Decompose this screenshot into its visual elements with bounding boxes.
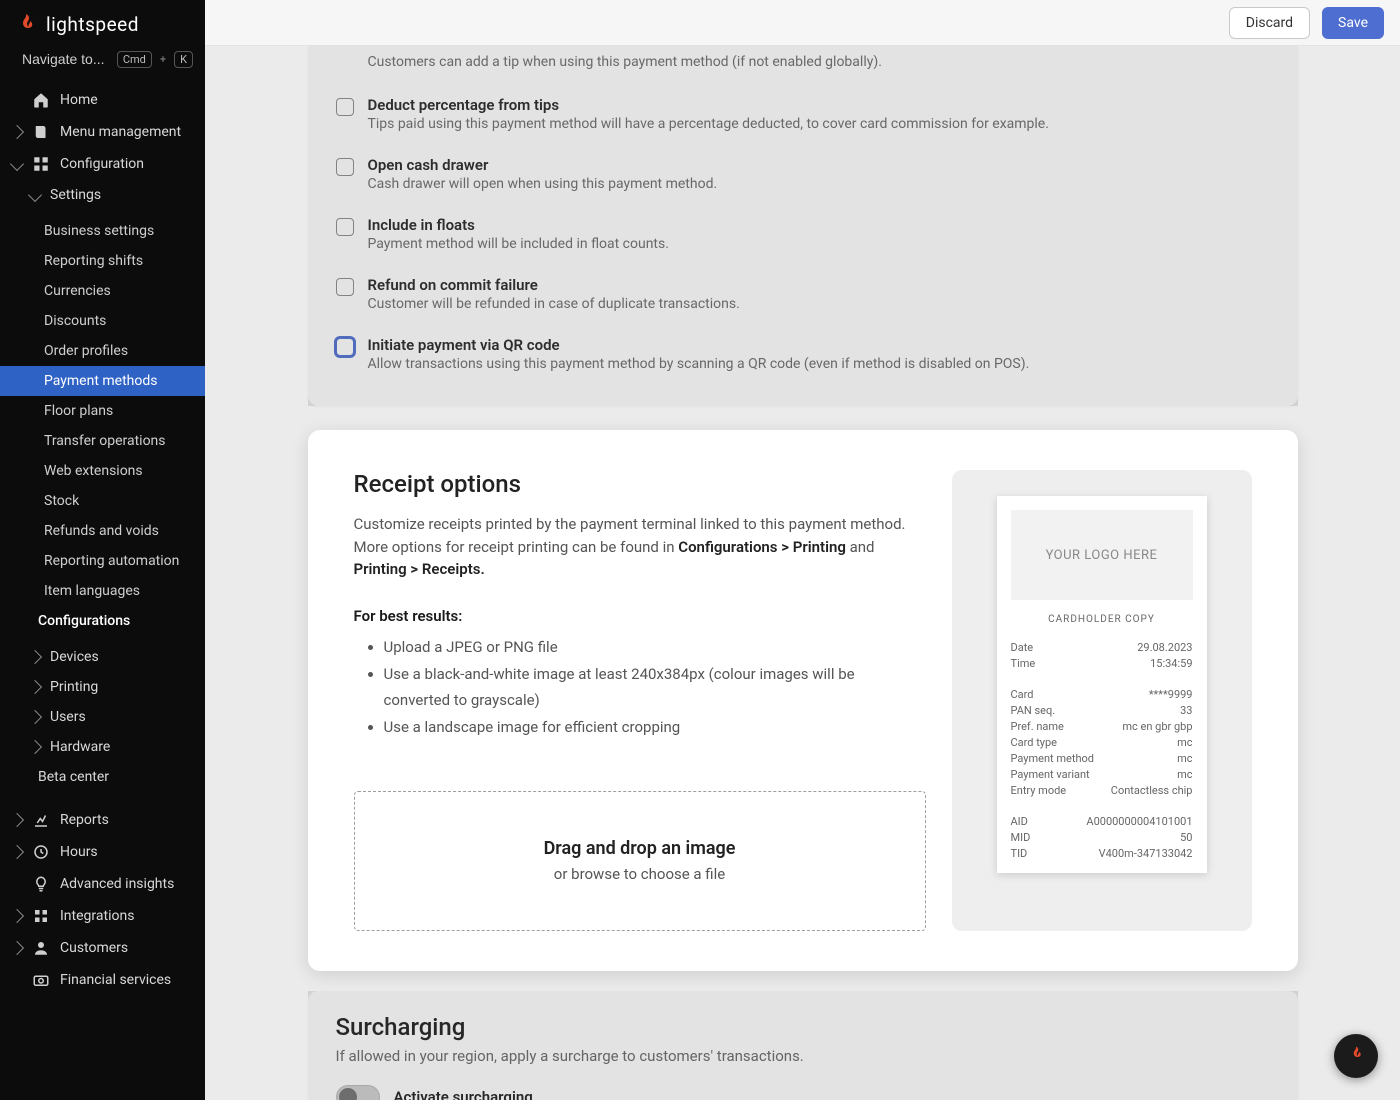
home-icon	[32, 91, 50, 109]
checkbox-include-floats[interactable]	[336, 218, 354, 236]
sidebar-item-reporting-auto[interactable]: Reporting automation	[0, 546, 205, 576]
nav-printing[interactable]: Printing	[0, 672, 205, 702]
checkbox-open-drawer[interactable]	[336, 158, 354, 176]
sidebar-item-floor-plans[interactable]: Floor plans	[0, 396, 205, 426]
checkbox-deduct-tips[interactable]	[336, 98, 354, 116]
sidebar-item-web-ext[interactable]: Web extensions	[0, 456, 205, 486]
surcharge-toggle[interactable]	[336, 1085, 380, 1100]
kbd-cmd: Cmd	[117, 51, 152, 68]
nav-search[interactable]: Cmd + K	[0, 44, 205, 78]
surcharging-title: Surcharging	[336, 1013, 1270, 1041]
nav-reports[interactable]: Reports	[0, 804, 205, 836]
nav-financial-services[interactable]: Financial services	[0, 964, 205, 996]
nav-beta[interactable]: Beta center	[0, 762, 205, 792]
chart-icon	[32, 811, 50, 829]
receipt-logo-placeholder: YOUR LOGO HERE	[1011, 510, 1193, 600]
search-input[interactable]	[20, 50, 109, 68]
sidebar-item-payment-methods[interactable]: Payment methods	[0, 366, 205, 396]
nav-customers[interactable]: Customers	[0, 932, 205, 964]
best-results-list: Upload a JPEG or PNG file Use a black-an…	[354, 635, 926, 741]
sidebar-item-item-languages[interactable]: Item languages	[0, 576, 205, 606]
main: Discard Save Customers can add a tip whe…	[205, 0, 1400, 1100]
receipt-preview: YOUR LOGO HERE CARDHOLDER COPY Date29.08…	[952, 470, 1252, 931]
nav-integrations[interactable]: Integrations	[0, 900, 205, 932]
receipt-options-section: Receipt options Customize receipts print…	[308, 430, 1298, 971]
grid-icon	[32, 155, 50, 173]
sidebar: lightspeed Cmd + K Home Menu management	[0, 0, 205, 1100]
nav-menu-management[interactable]: Menu management	[0, 116, 205, 148]
receipt-options-title: Receipt options	[354, 470, 926, 498]
kbd-k: K	[174, 51, 193, 68]
sidebar-item-discounts[interactable]: Discounts	[0, 306, 205, 336]
brand-text: lightspeed	[46, 13, 139, 36]
sidebar-item-business[interactable]: Business settings	[0, 216, 205, 246]
nav-settings[interactable]: Settings	[0, 180, 205, 210]
nav-devices[interactable]: Devices	[0, 642, 205, 672]
help-fab[interactable]	[1334, 1034, 1378, 1078]
checkbox-refund-commit[interactable]	[336, 278, 354, 296]
clock-icon	[32, 843, 50, 861]
nav-home[interactable]: Home	[0, 84, 205, 116]
sidebar-item-currencies[interactable]: Currencies	[0, 276, 205, 306]
bulb-icon	[32, 875, 50, 893]
upload-dropzone[interactable]: Drag and drop an image or browse to choo…	[354, 791, 926, 931]
nav-users[interactable]: Users	[0, 702, 205, 732]
nav-hours[interactable]: Hours	[0, 836, 205, 868]
checkbox-qr[interactable]	[336, 338, 354, 356]
surcharging-card: Surcharging If allowed in your region, a…	[308, 991, 1298, 1100]
book-icon	[32, 123, 50, 141]
squares-icon	[32, 907, 50, 925]
best-results-heading: For best results:	[354, 607, 926, 625]
nav-advanced-insights[interactable]: Advanced insights	[0, 868, 205, 900]
sidebar-item-configurations[interactable]: Configurations	[0, 606, 205, 636]
nav-hardware[interactable]: Hardware	[0, 732, 205, 762]
nav-configuration[interactable]: Configuration	[0, 148, 205, 180]
camera-icon	[32, 971, 50, 989]
sidebar-item-transfer-ops[interactable]: Transfer operations	[0, 426, 205, 456]
sidebar-item-refunds-voids[interactable]: Refunds and voids	[0, 516, 205, 546]
sidebar-item-order-profiles[interactable]: Order profiles	[0, 336, 205, 366]
flame-icon	[14, 12, 38, 36]
flame-icon	[1347, 1043, 1365, 1069]
sidebar-item-stock[interactable]: Stock	[0, 486, 205, 516]
receipt-options-sub: Customize receipts printed by the paymen…	[354, 513, 914, 581]
sidebar-item-reporting-shifts[interactable]: Reporting shifts	[0, 246, 205, 276]
person-icon	[32, 939, 50, 957]
brand: lightspeed	[0, 0, 205, 44]
payment-options-card: Customers can add a tip when using this …	[308, 46, 1298, 406]
